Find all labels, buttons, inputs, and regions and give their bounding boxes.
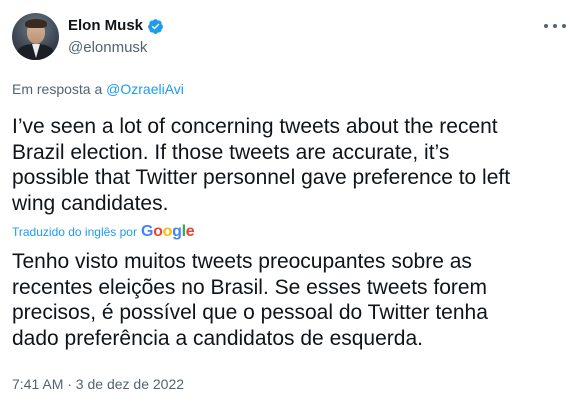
reply-prefix: Em resposta a [12,81,103,97]
reply-context: Em resposta a @OzraeliAvi [12,80,184,98]
tweet-card: Elon Musk @elonmusk Em resposta a @Ozrae… [0,0,580,409]
author-name[interactable]: Elon Musk [68,17,143,35]
reply-to-link[interactable]: @OzraeliAvi [106,81,184,97]
author-handle[interactable]: @elonmusk [68,39,147,57]
tweet-timestamp[interactable]: 7:41 AM · 3 de dez de 2022 [12,375,184,393]
avatar[interactable] [12,13,59,60]
translated-label: Traduzido do inglês por [12,225,137,239]
tweet-header: Elon Musk @elonmusk [12,10,568,60]
translated-text: Tenho visto muitos tweets preocupantes s… [12,250,488,350]
tweet-text: I’ve seen a lot of concerning tweets abo… [12,115,511,215]
more-options-icon[interactable] [544,22,566,30]
translation-attribution[interactable]: Traduzido do inglês por Google [12,223,195,240]
verified-badge-icon [147,18,164,35]
google-logo: Google [140,223,195,240]
author-name-row[interactable]: Elon Musk [68,17,164,35]
